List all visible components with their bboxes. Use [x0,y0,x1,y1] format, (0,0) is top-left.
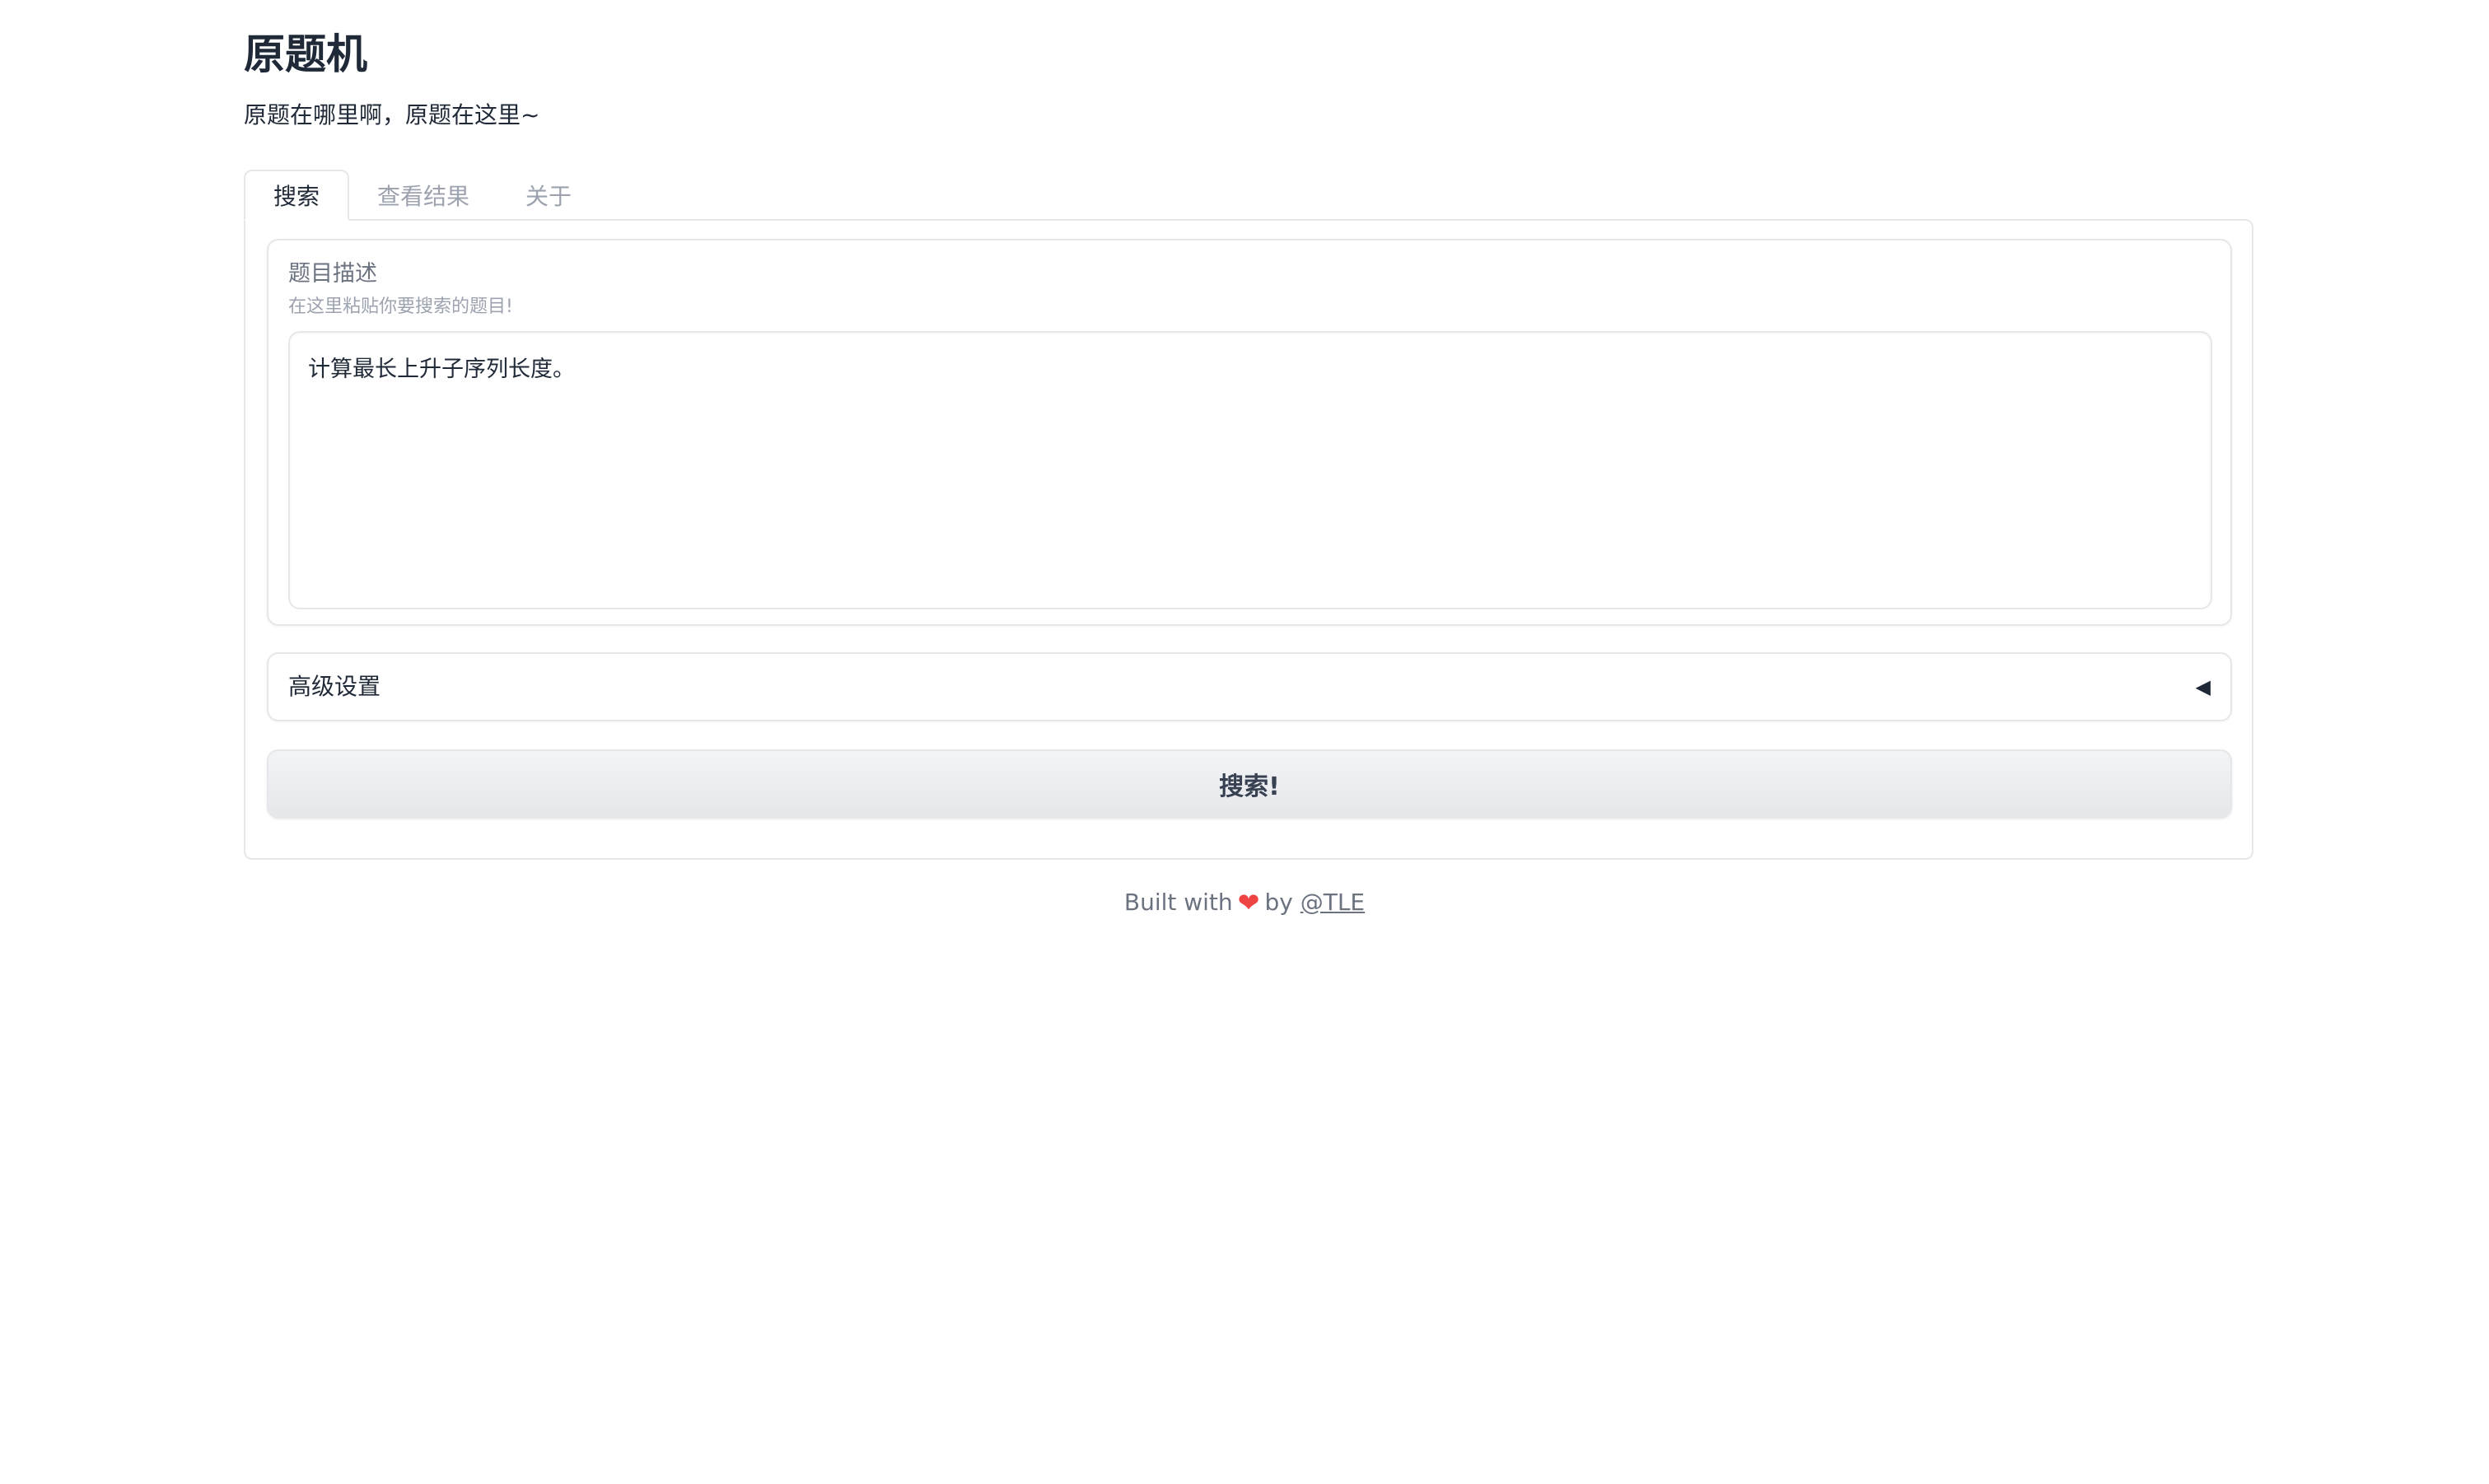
tab-search[interactable]: 搜索 [244,170,350,221]
tab-view-results[interactable]: 查看结果 [349,170,497,221]
search-button[interactable]: 搜索! [267,749,2232,819]
triangle-left-icon: ◀ [2195,675,2211,698]
heart-icon: ❤ [1237,887,1260,918]
app-description: 原题在哪里啊，原题在这里~ [244,101,540,128]
advanced-settings-label: 高级设置 [288,673,381,700]
tab-bar: 搜索 查看结果 关于 [244,170,600,221]
app-title: 原题机 [244,30,367,78]
problem-description-block: 题目描述 在这里粘贴你要搜索的题目! 计算最长上升子序列长度。 [267,239,2232,626]
footer: Built with ❤ by @TLE [0,886,2489,919]
problem-description-input[interactable]: 计算最长上升子序列长度。 [288,331,2212,609]
problem-description-info: 在这里粘贴你要搜索的题目! [288,296,513,317]
footer-built-with: Built with [1123,889,1233,916]
page: 原题机 原题在哪里啊，原题在这里~ 搜索 查看结果 关于 题目描述 在这里粘贴你… [0,0,2489,1484]
header: 原题机 原题在哪里啊，原题在这里~ [244,28,539,132]
tab-panel-search: 题目描述 在这里粘贴你要搜索的题目! 计算最长上升子序列长度。 高级设置 ◀ 搜… [244,219,2253,860]
tab-about[interactable]: 关于 [497,170,600,221]
footer-author-link[interactable]: @TLE [1301,889,1365,916]
advanced-settings-accordion[interactable]: 高级设置 ◀ [267,652,2232,721]
problem-description-label: 题目描述 [288,261,377,287]
footer-by: by [1264,889,1293,916]
